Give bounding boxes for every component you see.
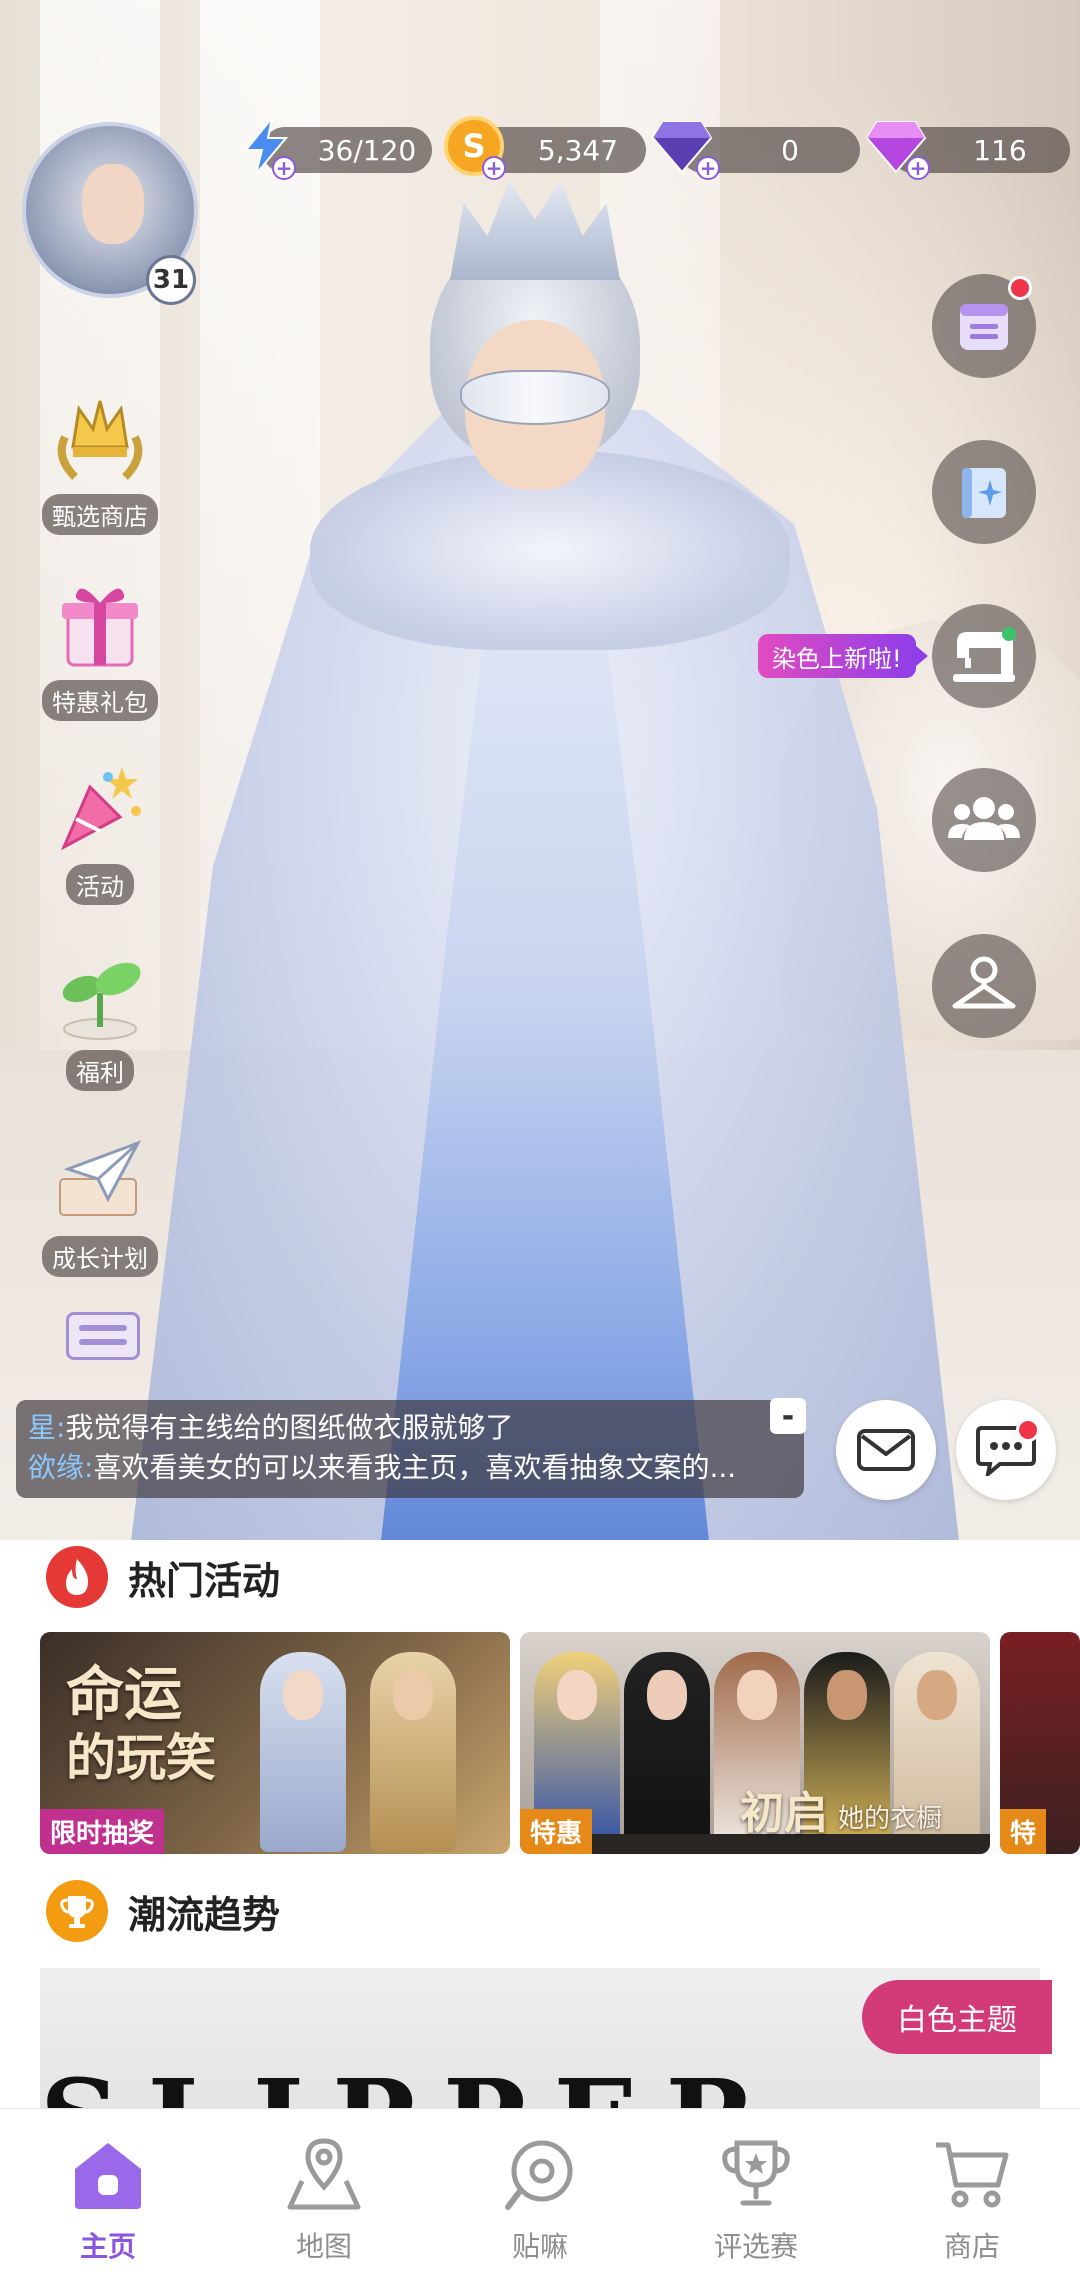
diamond-add-button[interactable]: +: [696, 156, 720, 180]
laurel-crown-icon: [45, 382, 155, 492]
envelope-icon: [857, 1429, 915, 1471]
banner-figure-head: [283, 1670, 323, 1720]
special-offer-tag: 特: [1000, 1809, 1047, 1854]
sewing-button[interactable]: [932, 604, 1036, 708]
paper-plane-icon: [45, 1124, 155, 1234]
special-offer-tag: 特惠: [520, 1809, 593, 1854]
chat-message: 我觉得有主线给的图纸做衣服就够了: [65, 1411, 514, 1444]
nav-map[interactable]: 地图: [216, 2109, 432, 2280]
bottom-navigation: 主页 地图 贴嘛 评选赛 商店: [0, 2108, 1080, 2280]
player-character[interactable]: [130, 181, 960, 1540]
hot-activities-title: 热门活动: [128, 1558, 281, 1603]
dye-tip-text: 染色上新啦!: [772, 644, 902, 673]
sparkle-book-icon: [962, 468, 1006, 518]
banner-figure: [624, 1652, 710, 1852]
gem-value: 116: [973, 133, 1027, 167]
trends-title: 潮流趋势: [128, 1892, 281, 1937]
friends-button[interactable]: [932, 768, 1036, 872]
curated-shop-button[interactable]: 甄选商店: [38, 382, 162, 535]
diamond-value: 0: [781, 133, 799, 167]
chat-sender: 欲缘:: [28, 1451, 94, 1484]
banner-figure: [370, 1652, 456, 1852]
chat-collapse-button[interactable]: -: [770, 1398, 806, 1434]
banner-title: 命运 的玩笑: [66, 1662, 216, 1790]
banner-figure-head: [557, 1670, 597, 1720]
banner-title-line2: 的玩笑: [66, 1728, 216, 1787]
dye-new-tooltip: 染色上新啦!: [758, 634, 928, 678]
avatar-face: [82, 164, 144, 244]
curated-shop-label: 甄选商店: [42, 494, 158, 535]
calendar-notification-dot: [1008, 276, 1032, 300]
nav-home-label: 主页: [79, 2230, 136, 2263]
banner-figure-head: [647, 1670, 687, 1720]
coin-add-button[interactable]: +: [482, 156, 506, 180]
chat-notification-dot: [1016, 1418, 1040, 1442]
nav-contest-label: 评选赛: [713, 2230, 798, 2263]
wardrobe-button[interactable]: [932, 934, 1036, 1038]
sewing-machine-icon: [953, 627, 1016, 682]
speech-search-icon: [498, 2133, 582, 2217]
world-chat-panel[interactable]: 星:我觉得有主线给的图纸做衣服就够了 欲缘:喜欢看美女的可以来看我主页，喜欢看抽…: [16, 1400, 804, 1498]
home-icon: [66, 2133, 150, 2217]
banner-figure: [260, 1652, 346, 1852]
chat-line: 欲缘:喜欢看美女的可以来看我主页，喜欢看抽象文案的...: [28, 1448, 788, 1488]
events-label: 活动: [66, 864, 134, 905]
welfare-button[interactable]: 福利: [38, 938, 162, 1091]
banner-figure-head: [827, 1670, 867, 1720]
banner-title-line1: 命运: [66, 1660, 183, 1728]
character-mask: [460, 370, 610, 425]
chat-line: 星:我觉得有主线给的图纸做衣服就够了: [28, 1408, 788, 1448]
growth-plan-button[interactable]: 成长计划: [38, 1124, 162, 1277]
svg-text:S: S: [462, 127, 485, 165]
nav-map-label: 地图: [295, 2230, 352, 2263]
banner-figure-head: [737, 1670, 777, 1720]
sprout-icon: [45, 938, 155, 1048]
partial-menu-icon[interactable]: [66, 1312, 140, 1360]
nav-home[interactable]: 主页: [0, 2109, 216, 2280]
limited-draw-tag: 限时抽奖: [40, 1809, 165, 1854]
character-crown: [450, 181, 620, 280]
growth-plan-label: 成长计划: [42, 1236, 158, 1277]
hot-activities-header: 热门活动: [46, 1546, 280, 1608]
shopping-cart-icon: [930, 2133, 1014, 2217]
nav-posts[interactable]: 贴嘛: [432, 2109, 648, 2280]
chat-sender: 星:: [28, 1411, 66, 1444]
nav-contest[interactable]: 评选赛: [648, 2109, 864, 2280]
white-theme-tag[interactable]: 白色主题: [862, 1980, 1052, 2054]
calendar-icon: [960, 304, 1008, 350]
energy-add-button[interactable]: +: [272, 156, 296, 180]
trophy-star-icon: [714, 2133, 798, 2217]
chat-message: 喜欢看美女的可以来看我主页，喜欢看抽象文案的...: [93, 1451, 737, 1484]
banner-figure-head: [917, 1670, 957, 1720]
level-badge: 31: [146, 255, 196, 305]
activity-banner-partial[interactable]: 特: [1000, 1632, 1080, 1854]
nav-shop-label: 商店: [943, 2230, 1000, 2263]
coin-value: 5,347: [537, 133, 619, 167]
special-pack-label: 特惠礼包: [42, 680, 158, 721]
activity-banner-closet[interactable]: 初启 她的衣橱 特惠: [520, 1632, 990, 1854]
gem-add-button[interactable]: +: [906, 156, 930, 180]
group-icon: [948, 797, 1020, 840]
trophy-icon: [46, 1880, 108, 1942]
chat-button[interactable]: [956, 1400, 1056, 1500]
banner-figure-head: [393, 1670, 433, 1720]
activity-banner-fate[interactable]: 命运 的玩笑 限时抽奖: [40, 1632, 510, 1854]
events-button[interactable]: 活动: [38, 752, 162, 905]
welfare-label: 福利: [66, 1050, 134, 1091]
trend-headline-text: SLIPPER: [40, 2072, 1040, 2112]
party-popper-icon: [45, 752, 155, 862]
album-button[interactable]: [932, 440, 1036, 544]
fire-icon: [46, 1546, 108, 1608]
mail-button[interactable]: [836, 1400, 936, 1500]
special-pack-button[interactable]: 特惠礼包: [38, 568, 162, 721]
nav-shop[interactable]: 商店: [864, 2109, 1080, 2280]
banner-subtitle: 她的衣橱: [838, 1804, 943, 1834]
hanger-profile-icon: [952, 956, 1016, 1009]
map-pin-icon: [282, 2133, 366, 2217]
banner-title: 初启: [740, 1788, 828, 1839]
energy-value: 36/120: [317, 133, 417, 167]
nav-posts-label: 贴嘛: [511, 2230, 568, 2263]
gift-box-icon: [45, 568, 155, 678]
trends-header: 潮流趋势: [46, 1880, 280, 1942]
